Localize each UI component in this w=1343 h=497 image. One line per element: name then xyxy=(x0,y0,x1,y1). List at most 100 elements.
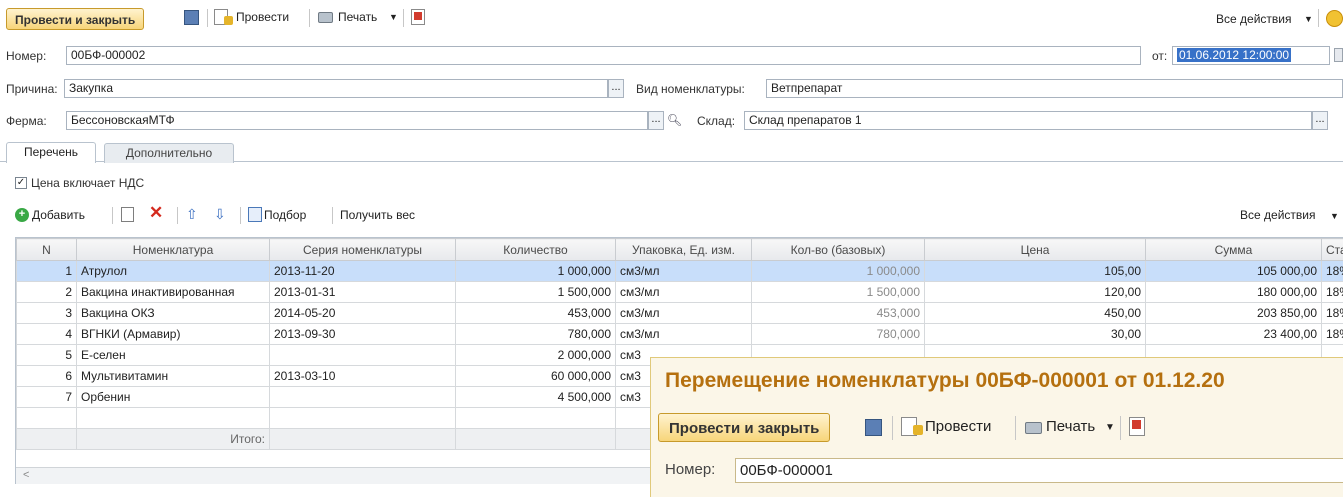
row-number: 1 xyxy=(16,260,77,282)
row-unit[interactable]: см3/мл xyxy=(615,281,752,303)
post-arrow-icon xyxy=(224,16,233,25)
row-unit[interactable]: см3/мл xyxy=(615,260,752,282)
row-series[interactable]: 2013-01-31 xyxy=(269,281,456,303)
warehouse-select-button[interactable]: ... xyxy=(1312,111,1328,130)
second-printer-icon xyxy=(1025,422,1042,434)
row-quantity[interactable]: 1 000,000 xyxy=(455,260,616,282)
table-row[interactable]: 3 Вакцина ОКЗ 2014-05-20 453,000 см3/мл … xyxy=(16,302,1343,324)
copy-icon[interactable] xyxy=(121,207,134,222)
toolbar-separator xyxy=(112,207,113,224)
save-icon[interactable] xyxy=(184,10,199,25)
print-button[interactable]: Печать xyxy=(338,8,377,26)
row-number: 5 xyxy=(16,344,77,366)
chevron-down-icon[interactable]: ▼ xyxy=(1304,10,1313,28)
row-unit[interactable]: см3/мл xyxy=(615,302,752,324)
warehouse-field[interactable]: Склад препаратов 1 xyxy=(744,111,1312,130)
row-series[interactable] xyxy=(269,344,456,366)
row-series[interactable] xyxy=(269,386,456,408)
date-value: 01.06.2012 12:00:00 xyxy=(1177,48,1292,62)
row-nomenclature[interactable]: Е-селен xyxy=(76,344,270,366)
chevron-down-icon[interactable]: ▼ xyxy=(1105,419,1115,437)
farm-field[interactable]: БессоновскаяМТФ xyxy=(66,111,648,130)
second-print-button[interactable]: Печать xyxy=(1046,418,1095,436)
second-number-field[interactable]: 00БФ-000001 xyxy=(735,458,1343,483)
scroll-left-icon[interactable]: < xyxy=(23,466,29,484)
row-sum[interactable]: 105 000,00 xyxy=(1145,260,1322,282)
column-header[interactable]: Серия номенклатуры xyxy=(269,238,456,261)
toolbar-separator xyxy=(1015,416,1016,440)
selection-button[interactable]: Подбор xyxy=(264,206,306,224)
reason-select-button[interactable]: ... xyxy=(608,79,624,98)
add-button[interactable]: Добавить xyxy=(32,206,85,224)
row-quantity[interactable]: 60 000,000 xyxy=(455,365,616,387)
row-series[interactable]: 2013-03-10 xyxy=(269,365,456,387)
row-nomenclature[interactable]: Мультивитамин xyxy=(76,365,270,387)
column-header[interactable]: Сумма xyxy=(1145,238,1322,261)
table-all-actions-button[interactable]: Все действия xyxy=(1240,206,1315,224)
second-save-icon[interactable] xyxy=(865,419,882,436)
move-down-icon[interactable]: ⇩ xyxy=(214,205,226,223)
table-row[interactable]: 4 ВГНКИ (Армавир) 2013-09-30 780,000 см3… xyxy=(16,323,1343,345)
empty-cell xyxy=(269,407,456,429)
row-sum[interactable]: 203 850,00 xyxy=(1145,302,1322,324)
table-row[interactable]: 1 Атрулол 2013-11-20 1 000,000 см3/мл 1 … xyxy=(16,260,1343,282)
row-price[interactable]: 105,00 xyxy=(924,260,1146,282)
get-weight-button[interactable]: Получить вес xyxy=(340,206,415,224)
row-number: 7 xyxy=(16,386,77,408)
chevron-down-icon[interactable]: ▼ xyxy=(1330,207,1339,225)
row-vat-rate[interactable]: 18% xyxy=(1321,281,1343,303)
row-price[interactable]: 450,00 xyxy=(924,302,1146,324)
row-nomenclature[interactable]: Вакцина ОКЗ xyxy=(76,302,270,324)
tab-list[interactable]: Перечень xyxy=(6,142,96,163)
row-quantity[interactable]: 453,000 xyxy=(455,302,616,324)
row-price[interactable]: 120,00 xyxy=(924,281,1146,303)
column-header[interactable]: Цена xyxy=(924,238,1146,261)
footer-cell xyxy=(455,428,616,450)
row-series[interactable]: 2013-11-20 xyxy=(269,260,456,282)
column-header[interactable]: N xyxy=(16,238,77,261)
horizontal-scrollbar[interactable] xyxy=(16,467,650,484)
column-header[interactable]: Упаковка, Ед. изм. xyxy=(615,238,752,261)
reason-field[interactable]: Закупка xyxy=(64,79,608,98)
second-post-and-close-button[interactable]: Провести и закрыть xyxy=(658,413,831,442)
move-up-icon[interactable]: ⇧ xyxy=(186,205,198,223)
all-actions-button[interactable]: Все действия xyxy=(1216,10,1291,28)
nomenclature-kind-field[interactable]: Ветпрепарат xyxy=(766,79,1343,98)
row-unit[interactable]: см3/мл xyxy=(615,323,752,345)
tab-additional[interactable]: Дополнительно xyxy=(104,143,234,163)
column-header[interactable]: Кол-во (базовых) xyxy=(751,238,925,261)
chevron-down-icon[interactable]: ▼ xyxy=(389,8,398,26)
row-quantity[interactable]: 4 500,000 xyxy=(455,386,616,408)
calendar-icon[interactable] xyxy=(1334,48,1343,62)
farm-select-button[interactable]: ... xyxy=(648,111,664,130)
vat-checkbox[interactable]: ✓ xyxy=(15,177,27,189)
help-icon[interactable] xyxy=(1326,10,1343,27)
row-nomenclature[interactable]: Вакцина инактивированная xyxy=(76,281,270,303)
search-icon[interactable]: 🔍︎ xyxy=(666,112,683,129)
row-quantity[interactable]: 780,000 xyxy=(455,323,616,345)
row-quantity[interactable]: 1 500,000 xyxy=(455,281,616,303)
table-row[interactable]: 2 Вакцина инактивированная 2013-01-31 1 … xyxy=(16,281,1343,303)
row-quantity[interactable]: 2 000,000 xyxy=(455,344,616,366)
row-vat-rate[interactable]: 18% xyxy=(1321,323,1343,345)
row-sum[interactable]: 180 000,00 xyxy=(1145,281,1322,303)
row-nomenclature[interactable]: Орбенин xyxy=(76,386,270,408)
second-post-button[interactable]: Провести xyxy=(925,418,991,436)
row-sum[interactable]: 23 400,00 xyxy=(1145,323,1322,345)
row-vat-rate[interactable]: 18% xyxy=(1321,260,1343,282)
delete-icon[interactable]: ✕ xyxy=(149,204,163,222)
column-header[interactable]: Количество xyxy=(455,238,616,261)
date-field[interactable]: 01.06.2012 12:00:00 xyxy=(1172,46,1330,65)
post-and-close-button[interactable]: Провести и закрыть xyxy=(6,8,145,30)
column-header[interactable]: Став xyxy=(1321,238,1343,261)
number-field[interactable]: 00БФ-000002 xyxy=(66,46,1141,65)
row-vat-rate[interactable]: 18% xyxy=(1321,302,1343,324)
row-nomenclature[interactable]: ВГНКИ (Армавир) xyxy=(76,323,270,345)
row-nomenclature[interactable]: Атрулол xyxy=(76,260,270,282)
row-series[interactable]: 2013-09-30 xyxy=(269,323,456,345)
row-series[interactable]: 2014-05-20 xyxy=(269,302,456,324)
row-price[interactable]: 30,00 xyxy=(924,323,1146,345)
column-header[interactable]: Номенклатура xyxy=(76,238,270,261)
post-button[interactable]: Провести xyxy=(236,8,289,26)
add-icon[interactable]: + xyxy=(15,208,29,222)
